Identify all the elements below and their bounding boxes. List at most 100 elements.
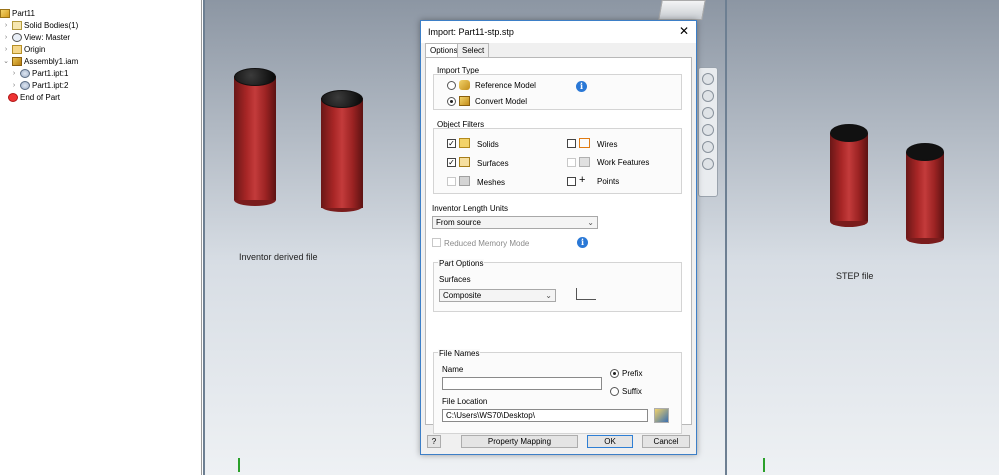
length-units-dropdown[interactable]: From source ⌄ <box>432 216 598 229</box>
points-icon: + <box>579 174 586 186</box>
viewport-right-label: STEP file <box>836 271 874 281</box>
cylinder-right-1[interactable] <box>830 124 868 228</box>
convert-model-radio[interactable] <box>447 97 456 106</box>
work-features-icon <box>579 157 590 167</box>
help-button[interactable]: ? <box>427 435 441 448</box>
name-field[interactable] <box>442 377 602 390</box>
object-filters-group: ✓ Solids ✓ Surfaces Meshes Wires Work Fe… <box>433 128 682 194</box>
convert-model-icon <box>459 96 470 106</box>
prefix-radio[interactable] <box>610 369 619 378</box>
solids-label: Solids <box>477 140 499 149</box>
expand-icon[interactable]: › <box>2 34 10 41</box>
chevron-down-icon: ⌄ <box>587 218 594 227</box>
reduced-memory-checkbox[interactable] <box>432 238 441 247</box>
name-label: Name <box>442 365 464 374</box>
collapse-icon[interactable]: ⌄ <box>2 57 10 65</box>
work-features-label: Work Features <box>597 158 650 167</box>
graphics-window-right[interactable] <box>727 0 999 475</box>
meshes-checkbox[interactable] <box>447 177 456 186</box>
wires-label: Wires <box>597 140 618 149</box>
part-options-group: Part Options Surfaces Composite ⌄ <box>433 259 682 312</box>
tab-select[interactable]: Select <box>457 43 490 57</box>
tree-item-part11[interactable]: Part11 <box>0 7 35 19</box>
folder-icon <box>12 44 22 54</box>
part-options-heading: Part Options <box>438 259 485 268</box>
tree-item-part1-2[interactable]: › Part1.ipt:2 <box>10 79 68 91</box>
reduced-memory-label: Reduced Memory Mode <box>444 239 530 248</box>
suffix-radio[interactable] <box>610 387 619 396</box>
viewport-left-label: Inventor derived file <box>239 252 318 262</box>
close-icon[interactable]: ✕ <box>676 23 692 39</box>
tree-item-view-master[interactable]: › View: Master <box>2 31 70 43</box>
part-icon <box>0 8 10 18</box>
expand-icon[interactable]: › <box>10 70 18 77</box>
file-location-field[interactable]: C:\Users\WS70\Desktop\ <box>442 409 648 422</box>
reference-model-icon <box>459 80 470 90</box>
cylinder-left-2[interactable] <box>321 90 363 214</box>
solid-bodies-icon <box>12 20 22 30</box>
file-names-group: File Names Name Prefix Suffix File Locat… <box>433 349 682 434</box>
axis-triad-icon <box>238 458 246 472</box>
orbit-icon[interactable] <box>702 124 714 136</box>
wires-icon <box>579 138 590 148</box>
tree-item-solid-bodies[interactable]: › Solid Bodies(1) <box>2 19 78 31</box>
dialog-title: Import: Part11-stp.stp <box>428 27 514 37</box>
cylinder-right-2[interactable] <box>906 143 944 245</box>
wires-checkbox[interactable] <box>567 139 576 148</box>
navigation-bar[interactable] <box>698 67 718 197</box>
zoom-icon[interactable] <box>702 107 714 119</box>
tree-item-end-of-part[interactable]: End of Part <box>8 91 60 103</box>
meshes-icon <box>459 176 470 186</box>
expand-icon[interactable]: › <box>2 46 10 53</box>
chevron-down-icon: ⌄ <box>545 291 552 300</box>
expand-icon[interactable]: › <box>2 22 10 29</box>
import-dialog: Import: Part11-stp.stp ✕ Options Select … <box>420 20 697 455</box>
viewport-divider <box>203 0 205 475</box>
axis-triad-icon <box>763 458 771 472</box>
model-browser: Part11 › Solid Bodies(1) › View: Master … <box>0 0 202 475</box>
points-label: Points <box>597 177 620 186</box>
part-surfaces-label: Surfaces <box>439 275 471 284</box>
assembly-icon <box>12 56 22 66</box>
look-at-icon[interactable] <box>702 141 714 153</box>
tree-item-assembly1[interactable]: ⌄ Assembly1.iam <box>2 55 78 67</box>
surfaces-icon <box>459 157 470 167</box>
prefix-label: Prefix <box>622 369 643 378</box>
reference-model-label: Reference Model <box>475 81 536 90</box>
expand-icon[interactable]: › <box>10 82 18 89</box>
surfaces-checkbox[interactable]: ✓ <box>447 158 456 167</box>
reference-model-radio[interactable] <box>447 81 456 90</box>
options-panel: Import Type Reference Model Convert Mode… <box>425 57 692 434</box>
import-type-group: Reference Model Convert Model i <box>433 74 682 110</box>
cylinder-left-1[interactable] <box>234 68 276 208</box>
meshes-label: Meshes <box>477 178 506 187</box>
file-names-heading: File Names <box>438 349 481 358</box>
dialog-title-bar[interactable]: Import: Part11-stp.stp ✕ <box>421 21 696 43</box>
suffix-label: Suffix <box>622 387 642 396</box>
view-icon <box>12 32 22 42</box>
surfaces-label: Surfaces <box>477 159 509 168</box>
part-surfaces-dropdown[interactable]: Composite ⌄ <box>439 289 556 302</box>
full-navigation-wheel-icon[interactable] <box>702 158 714 170</box>
tree-item-origin[interactable]: › Origin <box>2 43 45 55</box>
viewcube-icon[interactable] <box>658 0 706 20</box>
property-mapping-button[interactable]: Property Mapping <box>461 435 578 448</box>
ok-button[interactable]: OK <box>587 435 633 448</box>
browse-folder-button[interactable] <box>654 408 669 423</box>
pan-icon[interactable] <box>702 90 714 102</box>
steering-wheel-icon[interactable] <box>702 73 714 85</box>
work-features-checkbox[interactable] <box>567 158 576 167</box>
solids-checkbox[interactable]: ✓ <box>447 139 456 148</box>
convert-model-label: Convert Model <box>475 97 528 106</box>
composite-surface-icon <box>576 288 596 300</box>
end-of-part-icon <box>8 92 18 102</box>
length-units-heading: Inventor Length Units <box>432 204 509 213</box>
info-icon[interactable]: i <box>577 237 588 248</box>
occurrence-icon <box>20 68 30 78</box>
cancel-button[interactable]: Cancel <box>642 435 690 448</box>
solids-icon <box>459 138 470 148</box>
info-icon[interactable]: i <box>576 81 587 92</box>
points-checkbox[interactable] <box>567 177 576 186</box>
tree-item-part1-1[interactable]: › Part1.ipt:1 <box>10 67 68 79</box>
occurrence-icon <box>20 80 30 90</box>
